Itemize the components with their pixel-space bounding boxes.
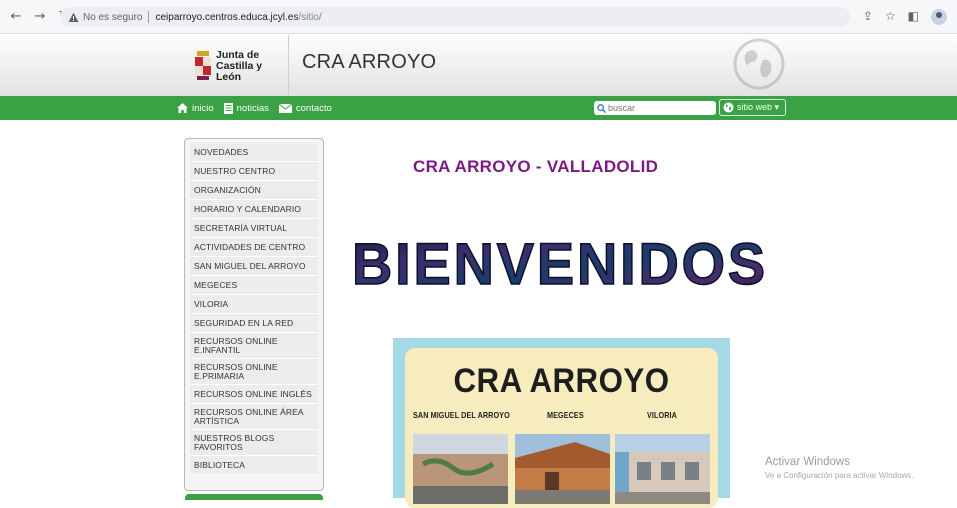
warning-icon[interactable] — [68, 12, 79, 23]
poster-location-1: SAN MIGUEL DEL ARROYO — [413, 410, 510, 420]
welcome-banner: BIENVENIDOS — [351, 232, 768, 294]
poster-location-2: MEGECES — [547, 410, 584, 420]
nav-links: inicio noticias contacto — [177, 96, 332, 120]
site-header: Junta de Castilla y León CRA ARROYO — [0, 35, 957, 96]
sidebar-item-megeces[interactable]: MEGECES — [190, 276, 318, 295]
sidebar-item-secretaria[interactable]: SECRETARÍA VIRTUAL — [190, 219, 318, 238]
address-separator — [148, 11, 150, 23]
logo-line-1: Junta de — [216, 48, 260, 61]
envelope-icon — [278, 103, 292, 113]
url-path: /sitio/ — [298, 11, 322, 23]
sidebar-item-recursos-ingles[interactable]: RECURSOS ONLINE INGLÉS — [190, 385, 318, 404]
document-icon — [223, 102, 233, 114]
sidebar-item-recursos-primaria[interactable]: RECURSOS ONLINE E.PRIMARIA — [190, 359, 318, 385]
coat-of-arms-icon — [193, 51, 213, 81]
bookmark-star-icon[interactable]: ☆ — [885, 9, 896, 25]
nav-link-contacto[interactable]: contacto — [278, 102, 332, 114]
sidebar-item-seguridad[interactable]: SEGURIDAD EN LA RED — [190, 314, 318, 333]
nav-link-noticias[interactable]: noticias — [223, 102, 269, 114]
photo-viloria — [615, 434, 710, 504]
address-bar[interactable]: No es seguro ceiparroyo.centros.educa.jc… — [60, 7, 850, 27]
sidebar-item-recursos-infantil[interactable]: RECURSOS ONLINE E.INFANTIL — [190, 333, 318, 359]
sidebar-item-blogs[interactable]: NUESTROS BLOGS FAVORITOS — [190, 430, 318, 456]
sidebar-item-novedades[interactable]: NOVEDADES — [190, 143, 318, 162]
poster-card: CRA ARROYO SAN MIGUEL DEL ARROYO MEGECES… — [405, 348, 718, 508]
sidebar-item-actividades[interactable]: ACTIVIDADES DE CENTRO — [190, 238, 318, 257]
nav-link-label: noticias — [236, 102, 269, 114]
siteweb-label: sitio web ▾ — [737, 102, 780, 112]
share-icon[interactable]: ⇪ — [863, 9, 873, 25]
side-panel-icon[interactable]: ◧ — [908, 9, 919, 25]
site-title[interactable]: CRA ARROYO — [302, 51, 436, 74]
page-title: CRA ARROYO - VALLADOLID — [413, 157, 659, 176]
profile-avatar-icon[interactable] — [931, 9, 947, 25]
sidebar-item-viloria[interactable]: VILORIA — [190, 295, 318, 314]
not-secure-label: No es seguro — [83, 11, 143, 23]
logo-line-2: Castilla y León — [216, 59, 263, 83]
search-box — [594, 101, 716, 115]
nav-link-label: contacto — [295, 102, 332, 114]
browser-toolbar: ← → ↻ No es seguro ceiparroyo.centros.ed… — [0, 0, 957, 34]
welcome-text: BIENVENIDOS — [352, 232, 768, 294]
globe-icon — [733, 38, 785, 90]
nav-link-label: inicio — [192, 102, 214, 114]
nav-link-inicio[interactable]: inicio — [177, 103, 214, 114]
activation-watermark-title: Activar Windows — [765, 456, 850, 468]
poster-title: CRA ARROYO — [453, 362, 670, 400]
forward-icon[interactable]: → — [32, 9, 48, 25]
poster-location-3: VILORIA — [647, 410, 677, 420]
logo-text: Junta de Castilla y León — [216, 48, 283, 83]
search-input[interactable] — [608, 102, 708, 114]
sidebar-item-horario[interactable]: HORARIO Y CALENDARIO — [190, 200, 318, 219]
sidebar-item-organizacion[interactable]: ORGANIZACIÓN — [190, 181, 318, 200]
header-divider — [288, 35, 289, 96]
back-icon[interactable]: ← — [8, 9, 24, 25]
sidebar-item-nuestro-centro[interactable]: NUESTRO CENTRO — [190, 162, 318, 181]
photo-megeces — [515, 434, 610, 504]
sidebar-next-box — [185, 494, 323, 500]
activation-watermark-subtitle: Ve a Configuración para activar Windows. — [765, 471, 914, 480]
url-host: ceiparroyo.centros.educa.jcyl.es — [155, 11, 299, 23]
main-nav-bar: inicio noticias contacto sitio web ▾ — [0, 96, 957, 120]
sidebar-item-recursos-artistica[interactable]: RECURSOS ONLINE ÁREA ARTÍSTICA — [190, 404, 318, 430]
school-poster: CRA ARROYO SAN MIGUEL DEL ARROYO MEGECES… — [393, 338, 730, 508]
search-icon — [597, 103, 606, 113]
siteweb-dropdown-button[interactable]: sitio web ▾ — [719, 99, 786, 116]
photo-san-miguel — [413, 434, 508, 504]
browser-actions: ⇪ ☆ ◧ — [863, 9, 947, 25]
home-icon — [177, 103, 188, 113]
globe-small-icon — [723, 102, 734, 113]
sidebar-item-san-miguel[interactable]: SAN MIGUEL DEL ARROYO — [190, 257, 318, 276]
junta-logo[interactable]: Junta de Castilla y León — [193, 41, 283, 91]
sidebar-item-biblioteca[interactable]: BIBLIOTECA — [190, 456, 318, 475]
sidebar-menu: NOVEDADES NUESTRO CENTRO ORGANIZACIÓN HO… — [184, 138, 324, 491]
